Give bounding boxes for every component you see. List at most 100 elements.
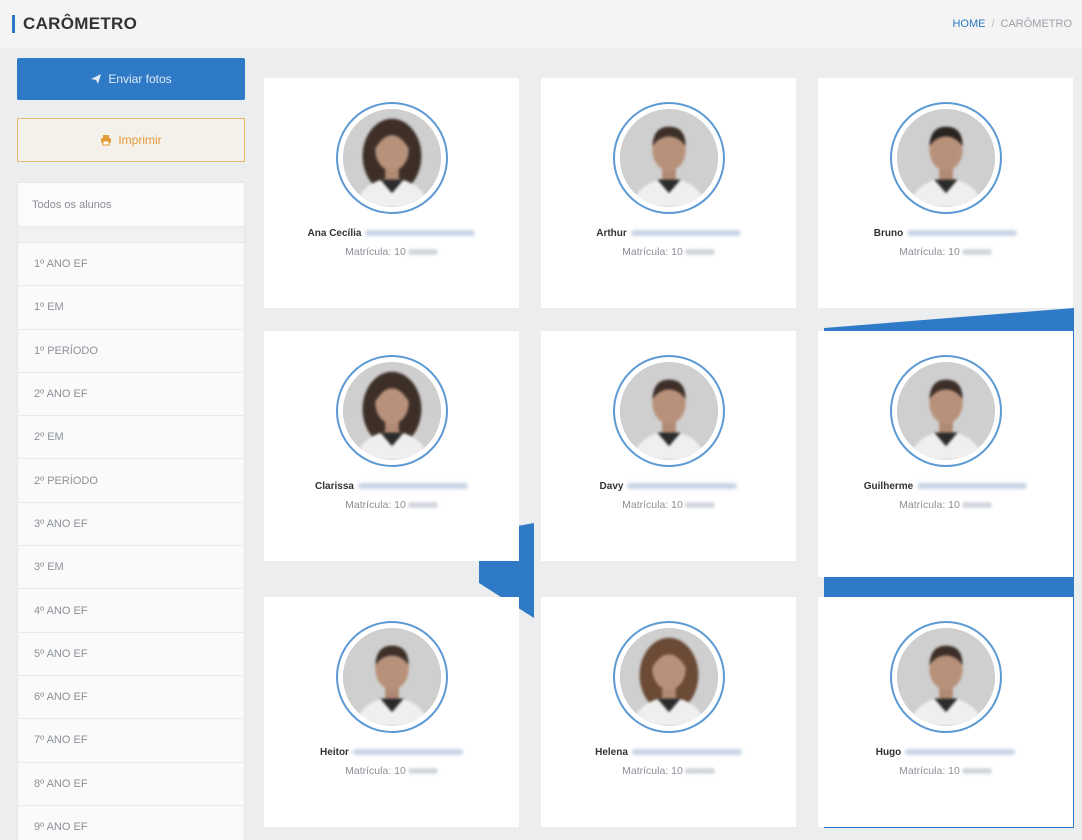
student-name: Hugo [876,745,1016,760]
redacted-enrollment [684,249,715,256]
send-icon [91,74,102,84]
student-photo [889,355,1002,467]
top-bar: CARÔMETRO HOME / CARÔMETRO [0,0,1082,48]
student-enrollment: Matrícula: 10 [622,765,715,777]
student-first-name: Ana Cecília [307,228,362,239]
student-enrollment: Matrícula: 10 [345,765,438,777]
enrollment-label: Matrícula: [345,765,392,777]
class-filter-item[interactable]: 9º ANO EF [18,805,244,840]
student-enrollment: Matrícula: 10 [345,246,438,258]
student-name: Guilherme [864,479,1028,494]
redacted-enrollment [961,249,992,256]
avatar [619,109,718,207]
class-filter-item[interactable]: 1º ANO EF [18,243,244,287]
class-filter-item[interactable]: 4º ANO EF [18,589,244,633]
student-name: Helena [595,745,742,760]
class-filter-item[interactable]: 1º EM [18,286,244,330]
avatar [342,109,441,207]
student-enrollment: Matrícula: 10 [899,765,992,777]
student-first-name: Bruno [873,228,904,239]
send-photos-button[interactable]: Enviar fotos [17,58,245,100]
student-card[interactable]: Hugo Matrícula: 10 [818,597,1073,827]
student-name: Arthur [596,226,741,241]
class-filter-item[interactable]: 2º EM [18,416,244,460]
enrollment-label: Matrícula: [622,765,669,777]
redacted-surname [631,749,742,756]
student-first-name: Clarissa [315,481,354,492]
student-first-name: Heitor [320,747,349,758]
class-list: 1º ANO EF 1º EM 1º PERÍODO 2º ANO EF 2º EM 2º… [18,243,244,840]
student-card[interactable]: Ana Cecília Matrícula: 10 [264,78,519,308]
student-photo [335,621,448,733]
enrollment-number: 10 [671,246,683,258]
sidebar: Enviar fotos Imprimir Todos os alunos 1º… [17,58,245,840]
student-card[interactable]: Heitor Matrícula: 10 [264,597,519,827]
student-enrollment: Matrícula: 10 [899,499,992,511]
avatar [342,628,441,726]
student-photo [335,355,448,467]
class-filter-item[interactable]: 2º ANO EF [18,372,244,417]
page-title-text: CARÔMETRO [23,14,138,33]
avatar [896,109,995,207]
redacted-surname [917,483,1028,490]
student-enrollment: Matrícula: 10 [622,246,715,258]
class-filter-item[interactable]: 3º EM [18,546,244,590]
class-filter-item[interactable]: 8º ANO EF [18,762,244,806]
class-filter-item[interactable]: 2º PERÍODO [18,459,244,503]
class-filter: Todos os alunos 1º ANO EF 1º EM 1º PERÍODO… [17,182,245,840]
student-card[interactable]: Bruno Matrícula: 10 [818,78,1073,308]
enrollment-number: 10 [948,765,960,777]
class-filter-item[interactable]: 1º PERÍODO [18,329,244,373]
enrollment-number: 10 [948,499,960,511]
page-title: CARÔMETRO [12,14,137,34]
breadcrumb-home-link[interactable]: HOME [952,18,985,30]
printer-icon [101,135,112,146]
redacted-enrollment [961,768,992,775]
student-first-name: Arthur [596,228,627,239]
enrollment-number: 10 [394,246,406,258]
send-photos-label: Enviar fotos [108,72,172,86]
student-first-name: Davy [599,481,624,492]
enrollment-label: Matrícula: [622,499,669,511]
enrollment-number: 10 [394,499,406,511]
redacted-surname [627,483,738,490]
redacted-enrollment [684,768,715,775]
print-label: Imprimir [118,133,162,147]
enrollment-label: Matrícula: [345,246,392,258]
filter-divider [18,227,244,243]
student-photo [612,355,725,467]
student-name: Bruno [873,226,1018,241]
student-photo [335,102,448,214]
breadcrumb: HOME / CARÔMETRO [952,18,1072,30]
title-accent-bar [12,15,15,33]
enrollment-number: 10 [948,246,960,258]
student-enrollment: Matrícula: 10 [899,246,992,258]
student-first-name: Hugo [875,747,902,758]
student-card[interactable]: Clarissa Matrícula: 10 [264,331,519,561]
student-photo [612,102,725,214]
avatar [619,628,718,726]
class-filter-item[interactable]: 5º ANO EF [18,632,244,676]
avatar [896,362,995,460]
student-card[interactable]: Guilherme Matrícula: 10 [818,331,1073,577]
enrollment-label: Matrícula: [899,765,946,777]
class-filter-item[interactable]: 7º ANO EF [18,719,244,763]
student-photo [612,621,725,733]
filter-all-students[interactable]: Todos os alunos [18,183,244,227]
student-card[interactable]: Helena Matrícula: 10 [541,597,796,827]
avatar [342,362,441,460]
enrollment-label: Matrícula: [899,246,946,258]
redacted-enrollment [407,502,438,509]
print-button[interactable]: Imprimir [17,118,245,162]
student-card[interactable]: Arthur Matrícula: 10 [541,78,796,308]
student-enrollment: Matrícula: 10 [622,499,715,511]
redacted-surname [357,483,468,490]
student-name: Heitor [320,745,463,760]
class-filter-item[interactable]: 3º ANO EF [18,502,244,547]
student-enrollment: Matrícula: 10 [345,499,438,511]
enrollment-number: 10 [394,765,406,777]
class-filter-item[interactable]: 6º ANO EF [18,675,244,720]
avatar [896,628,995,726]
student-grid: Ana Cecília Matrícula: 10 Arthur Matrícula:… [264,78,1074,840]
student-card[interactable]: Davy Matrícula: 10 [541,331,796,561]
